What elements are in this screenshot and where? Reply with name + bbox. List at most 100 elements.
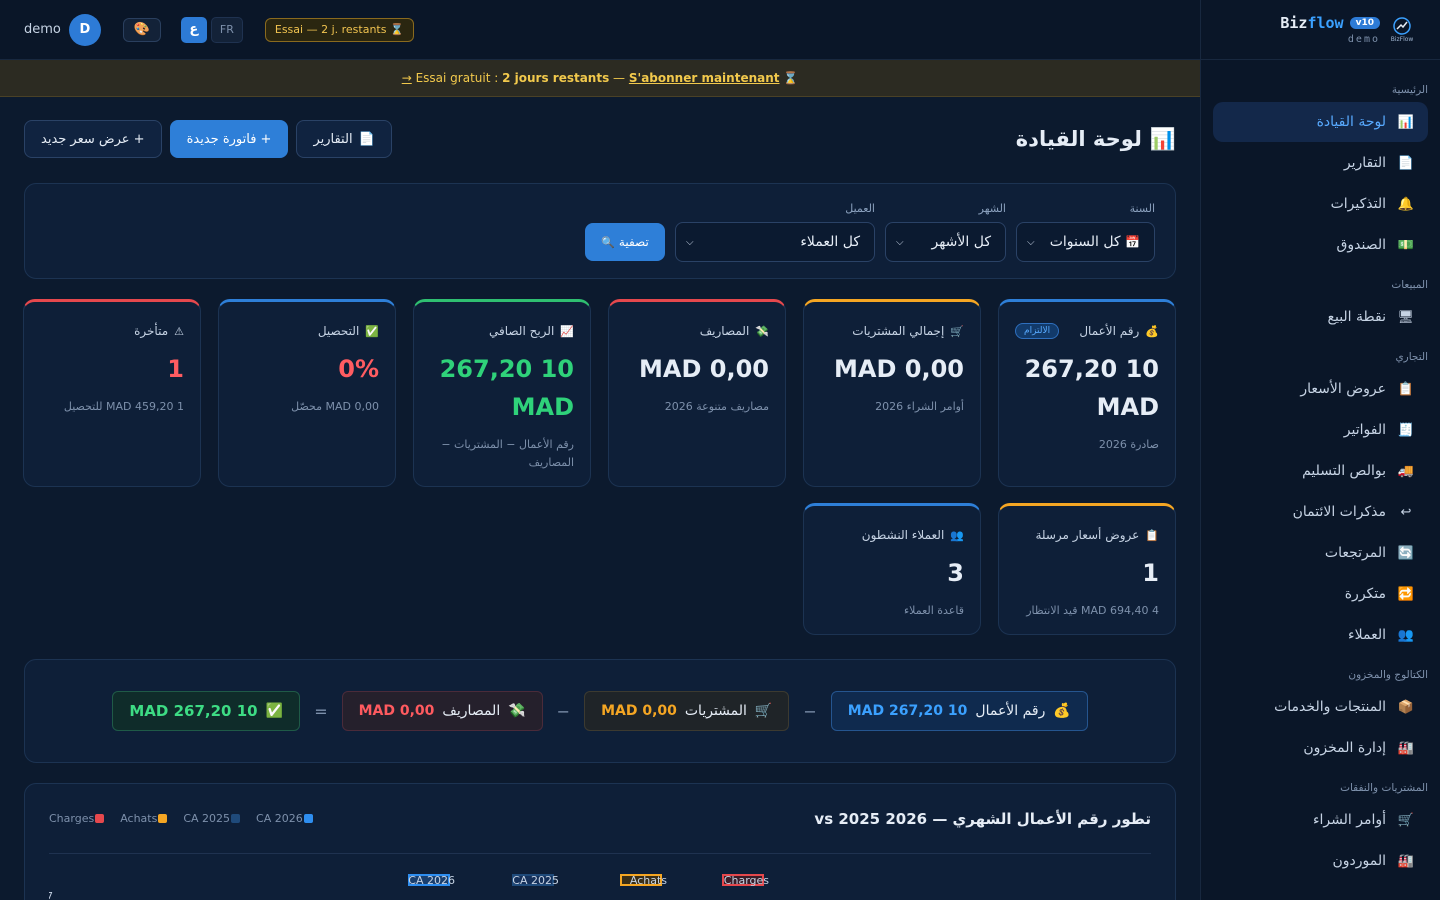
- user-name[interactable]: demo: [24, 22, 61, 37]
- kpi-card[interactable]: ⚠ متأخرة 1 1 459,20 MAD للتحصيل: [23, 299, 201, 487]
- palette-icon: 🎨: [133, 22, 150, 37]
- reports-button[interactable]: 📄 التقارير: [296, 120, 392, 158]
- trial-banner: → Essai gratuit : 2 jours restants — S'a…: [0, 60, 1200, 97]
- theme-toggle-button[interactable]: 🎨: [122, 17, 161, 42]
- month-select[interactable]: كل الأشهر ⌵: [885, 222, 1006, 262]
- legend-swatch: [303, 814, 313, 823]
- kpi-badge: الالتزام: [1015, 323, 1060, 339]
- sidebar-item-cart[interactable]: 🛒 أوامر الشراء: [1213, 800, 1428, 840]
- sidebar-item-report[interactable]: 📄 التقارير: [1213, 143, 1428, 183]
- page-actions: 📄 التقارير + فاتورة جديدة + عرض سعر جديد: [24, 120, 392, 158]
- kpi-card[interactable]: ✅ التحصيل 0% 0,00 MAD محصّل: [218, 299, 396, 487]
- legend-label: Achats: [630, 874, 667, 887]
- minus-operator: −: [556, 701, 571, 721]
- new-invoice-button[interactable]: + فاتورة جديدة: [169, 120, 289, 158]
- cart-icon: 🛒: [754, 703, 773, 719]
- cash-icon: 💵: [1397, 237, 1414, 253]
- sidebar-item-clients[interactable]: 👥 العملاء: [1213, 615, 1428, 655]
- kpi-value: 0,00 MAD: [639, 355, 769, 383]
- kpi-icon: 💸: [755, 324, 769, 338]
- kpi-subtext: رقم الأعمال − المشتريات − المصاريف: [441, 438, 574, 469]
- sidebar-item-credit-note[interactable]: ↩ مذكرات الائتمان: [1213, 492, 1428, 532]
- kpi-value: 0%: [338, 355, 379, 383]
- sidebar-item-quote[interactable]: 📋 عروض الأسعار: [1213, 369, 1428, 409]
- client-select[interactable]: كل العملاء ⌵: [675, 222, 875, 262]
- sidebar-item-label: نقطة البيع: [1327, 309, 1386, 325]
- kpi-card[interactable]: 💰 رقم الأعمال الالتزام 10 267,20 MAD صاد…: [998, 299, 1176, 487]
- sidebar-item-cash[interactable]: 💵 الصندوق: [1213, 225, 1428, 265]
- kpi-card[interactable]: 👥 العملاء النشطون 3 قاعدة العملاء: [803, 503, 981, 635]
- year-select[interactable]: 📅 كل السنوات ⌵: [1016, 222, 1155, 262]
- kpi-card[interactable]: 🛒 إجمالي المشتريات 0,00 MAD أوامر الشراء…: [803, 299, 981, 487]
- invoice-icon: 🧾: [1397, 422, 1414, 438]
- language-switcher: ع FR: [180, 16, 243, 43]
- kpi-icon: 🛒: [950, 324, 964, 338]
- formula-purchases: 🛒 المشتريات 0,00 MAD: [584, 691, 790, 731]
- chart-icon: 📊: [1397, 114, 1414, 130]
- kpi-value: 1: [1142, 559, 1159, 587]
- bell-icon: 🔔: [1397, 196, 1414, 212]
- sidebar-item-label: مذكرات الائتمان: [1292, 504, 1386, 520]
- page-title: 📊 لوحة القيادة: [1016, 127, 1176, 152]
- lang-ar-button[interactable]: ع: [180, 16, 207, 43]
- sidebar-item-bell[interactable]: 🔔 التذكيرات: [1213, 184, 1428, 224]
- dashboard-icon: 📊: [1149, 126, 1176, 151]
- sidebar-item-label: الموردون: [1332, 853, 1386, 869]
- sidebar-item-chart[interactable]: 📊 لوحة القيادة: [1213, 102, 1428, 142]
- avatar[interactable]: D: [68, 13, 101, 46]
- kpi-icon: 💰: [1145, 324, 1159, 338]
- formula-revenue: 💰 رقم الأعمال 10 267,20 MAD: [830, 691, 1088, 731]
- mini-legend-item[interactable]: Achats: [120, 812, 168, 825]
- sidebar-item-stock[interactable]: 🏭 إدارة المخزون: [1213, 728, 1428, 768]
- kpi-icon: 👥: [950, 528, 964, 542]
- banner-prefix: Essai gratuit :: [411, 71, 503, 85]
- products-icon: 📦: [1397, 699, 1414, 715]
- mini-legend-item[interactable]: CA 2025: [183, 812, 241, 825]
- kpi-value: 10 267,20 MAD: [1024, 355, 1159, 421]
- month-label: الشهر: [978, 202, 1006, 215]
- kpi-label: المصاريف: [699, 324, 750, 338]
- sidebar-item-returns[interactable]: 🔄 المرتجعات: [1213, 533, 1428, 573]
- sidebar-item-label: المرتجعات: [1324, 545, 1386, 561]
- mini-legend-item[interactable]: Charges: [49, 812, 105, 825]
- filter-button[interactable]: تصفية 🔍: [585, 223, 665, 261]
- pos-icon: 🖥: [1397, 309, 1414, 325]
- sidebar-item-invoice[interactable]: 🧾 الفواتير: [1213, 410, 1428, 450]
- y-tick-label: 7 000: [49, 891, 53, 900]
- legend-label: CA 2026: [408, 874, 455, 887]
- sidebar-item-label: التذكيرات: [1330, 196, 1386, 212]
- sidebar-item-suppliers[interactable]: 🏭 الموردون: [1213, 841, 1428, 881]
- cart-icon: 🛒: [1397, 812, 1414, 828]
- brand-user: demo: [1347, 34, 1380, 45]
- minus-operator: −: [803, 701, 817, 721]
- kpi-icon: ✅: [365, 324, 379, 338]
- check-icon: ✅: [265, 703, 284, 719]
- kpi-subtext: 0,00 MAD محصّل: [291, 400, 379, 413]
- sidebar-item-delivery[interactable]: 🚚 بوالص التسليم: [1213, 451, 1428, 491]
- equals-operator: =: [314, 701, 328, 721]
- kpi-subtext: 4 694,40 MAD قيد الانتظار: [1026, 604, 1159, 617]
- legend-swatch: [95, 814, 105, 823]
- mini-legend-item[interactable]: CA 2026: [256, 812, 313, 825]
- formula-result: ✅ 10 267,20 MAD: [112, 691, 301, 731]
- sidebar-item-label: عروض الأسعار: [1300, 381, 1386, 397]
- subscribe-link[interactable]: S'abonner maintenant: [629, 71, 780, 85]
- sidebar-item-recurring[interactable]: 🔁 متكررة: [1213, 574, 1428, 614]
- trial-badge[interactable]: Essai — 2 j. restants ⌛: [264, 17, 414, 42]
- brand[interactable]: BizFlow Bizflow v10 demo: [1201, 0, 1440, 60]
- money-bag-icon: 💰: [1053, 703, 1071, 719]
- sidebar-item-pos[interactable]: 🖥 نقطة البيع: [1213, 297, 1428, 337]
- lang-fr-button[interactable]: FR: [210, 16, 243, 43]
- kpi-card[interactable]: 📋 عروض أسعار مرسلة 1 4 694,40 MAD قيد ال…: [998, 503, 1176, 635]
- kpi-card[interactable]: 💸 المصاريف 0,00 MAD مصاريف متنوعة 2026: [608, 299, 786, 487]
- chevron-down-icon: ⌵: [1027, 236, 1035, 248]
- kpi-card[interactable]: 📈 الربح الصافي 10 267,20 MAD رقم الأعمال…: [413, 299, 591, 487]
- sidebar-item-products[interactable]: 📦 المنتجات والخدمات: [1213, 687, 1428, 727]
- brand-logo: BizFlow: [1390, 15, 1414, 45]
- sidebar-item-label: أوامر الشراء: [1312, 812, 1386, 828]
- new-quote-button[interactable]: + عرض سعر جديد: [24, 120, 162, 158]
- kpi-value: 10 267,20 MAD: [439, 355, 574, 421]
- brand-name: Bizflow: [1280, 14, 1344, 32]
- nav-section-title: الرئيسية: [1391, 84, 1428, 96]
- money-wings-icon: 💸: [508, 703, 526, 719]
